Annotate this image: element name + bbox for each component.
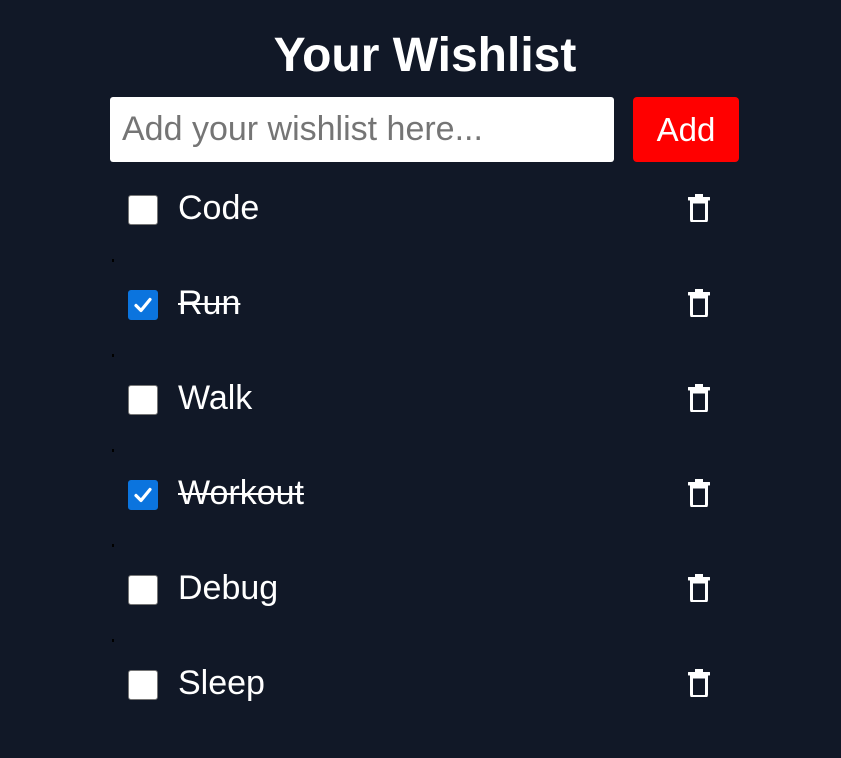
separator-mark [112, 354, 114, 357]
trash-icon[interactable] [688, 289, 710, 317]
item-checkbox[interactable] [128, 480, 158, 510]
list-item: Walk [110, 370, 740, 465]
trash-icon[interactable] [688, 669, 710, 697]
item-checkbox[interactable] [128, 290, 158, 320]
trash-icon[interactable] [688, 384, 710, 412]
separator-mark [112, 639, 114, 642]
wishlist: Code Run Walk Workout Debug Sleep [110, 180, 740, 750]
separator-mark [112, 544, 114, 547]
separator-mark [112, 259, 114, 262]
page-title: Your Wishlist [273, 29, 577, 82]
item-label: Run [178, 284, 241, 322]
list-item: Workout [110, 465, 740, 560]
checkmark-icon [134, 487, 152, 503]
item-label: Workout [178, 474, 304, 512]
item-checkbox[interactable] [128, 385, 158, 415]
list-item: Sleep [110, 655, 740, 750]
trash-icon[interactable] [688, 479, 710, 507]
trash-icon[interactable] [688, 574, 710, 602]
item-label: Code [178, 189, 260, 227]
trash-icon[interactable] [688, 194, 710, 222]
wishlist-input[interactable] [110, 97, 614, 162]
item-label: Debug [178, 569, 279, 607]
separator-mark [112, 449, 114, 452]
item-label: Sleep [178, 664, 265, 702]
list-item: Run [110, 275, 740, 370]
item-checkbox[interactable] [128, 195, 158, 225]
item-checkbox[interactable] [128, 670, 158, 700]
add-button[interactable]: Add [633, 97, 739, 162]
item-label: Walk [178, 379, 253, 417]
list-item: Code [110, 180, 740, 275]
item-checkbox[interactable] [128, 575, 158, 605]
add-wish-form: Add [110, 97, 740, 162]
list-item: Debug [110, 560, 740, 655]
checkmark-icon [134, 297, 152, 313]
